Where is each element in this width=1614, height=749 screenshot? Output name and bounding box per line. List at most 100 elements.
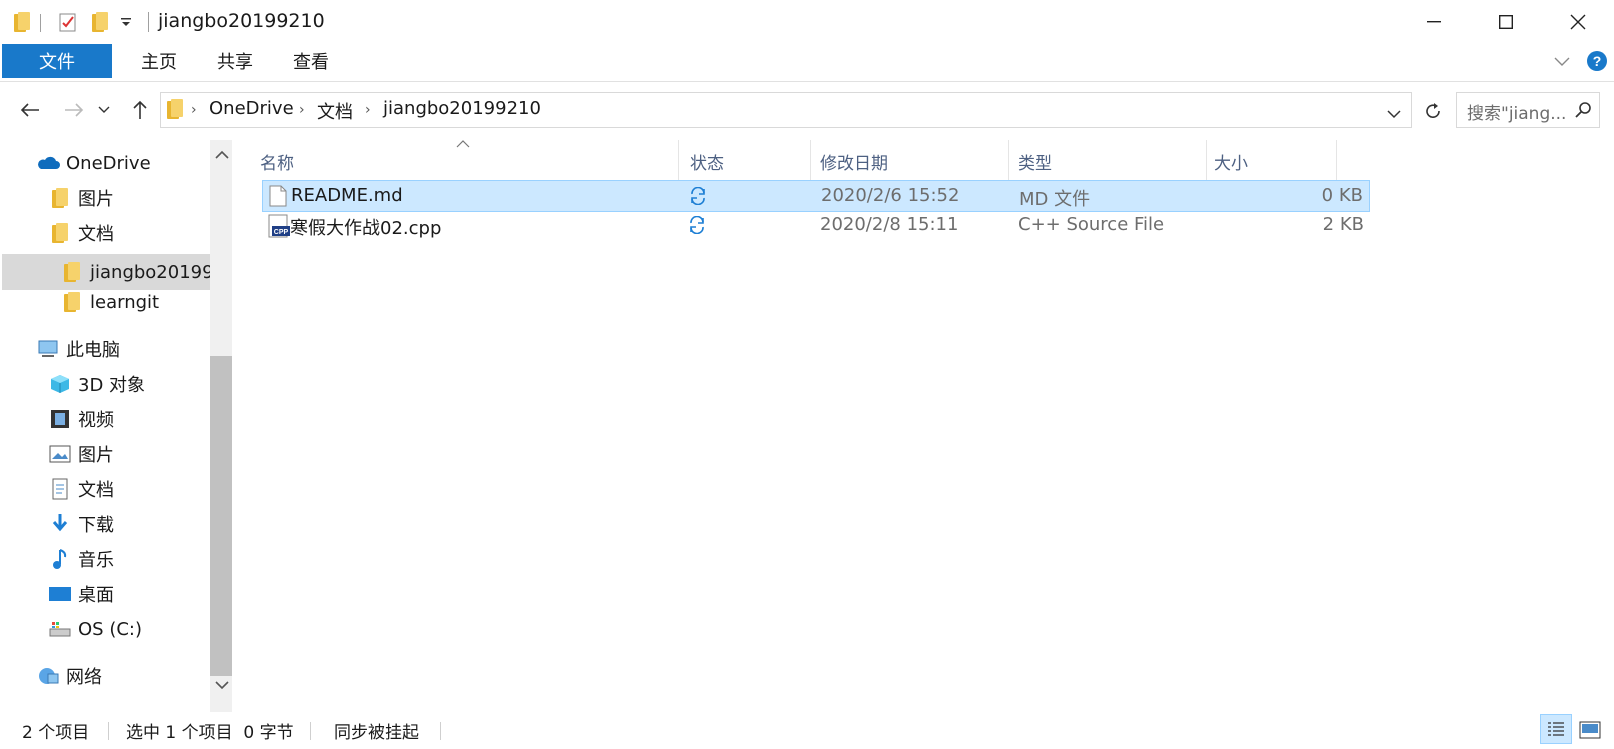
chevron-right-icon[interactable]: ›	[365, 102, 371, 118]
column-header-status[interactable]: 状态	[690, 146, 724, 176]
minimize-button[interactable]	[1398, 0, 1470, 44]
documents-icon	[48, 477, 72, 501]
back-button[interactable]	[14, 94, 46, 126]
divider	[108, 722, 109, 740]
scroll-up-icon[interactable]	[215, 144, 229, 165]
chevron-right-icon[interactable]: ›	[299, 102, 305, 118]
column-header-name[interactable]: 名称	[260, 146, 294, 176]
folder-icon	[60, 260, 84, 284]
chevron-right-icon[interactable]: ›	[191, 102, 197, 118]
sidebar-item-3d-objects[interactable]: 3D 对象	[48, 367, 145, 401]
breadcrumb-onedrive[interactable]: OneDrive	[209, 98, 294, 119]
address-bar[interactable]: › OneDrive › 文档 › jiangbo20199210	[160, 92, 1412, 128]
search-icon[interactable]	[1575, 101, 1593, 124]
search-input[interactable]: 搜索"jiang...	[1467, 99, 1566, 124]
sidebar-item-label: 图片	[78, 189, 114, 210]
desktop-icon	[48, 582, 72, 606]
expand-ribbon-icon[interactable]	[1552, 52, 1574, 72]
svg-text:CPP: CPP	[274, 229, 289, 236]
large-icons-view-button[interactable]	[1576, 716, 1604, 744]
navigation-bar: › OneDrive › 文档 › jiangbo20199210 搜索"jia…	[0, 88, 1614, 132]
refresh-button[interactable]	[1418, 96, 1448, 126]
sidebar-item-this-pc[interactable]: 此电脑	[36, 332, 120, 366]
breadcrumb-current-folder[interactable]: jiangbo20199210	[383, 98, 541, 119]
sidebar-item-os-drive[interactable]: OS (C:)	[48, 612, 142, 646]
tab-home[interactable]: 主页	[118, 44, 200, 78]
tab-share[interactable]: 共享	[194, 44, 276, 78]
details-view-button[interactable]	[1540, 714, 1572, 744]
video-icon	[48, 407, 72, 431]
folder-icon	[60, 290, 84, 314]
column-header-date-modified[interactable]: 修改日期	[820, 146, 888, 176]
file-name[interactable]: 寒假大作战02.cpp	[290, 214, 441, 240]
file-row[interactable]: README.md 2020/2/6 15:52 MD 文件 0 KB	[262, 180, 1370, 212]
sidebar-item-network[interactable]: 网络	[36, 659, 102, 693]
sync-icon	[689, 186, 707, 210]
window-title: jiangbo20199210	[158, 10, 325, 32]
file-date: 2020/2/8 15:11	[820, 214, 959, 235]
column-divider[interactable]	[678, 140, 679, 180]
sidebar-item-documents[interactable]: 文档	[48, 472, 114, 506]
file-type: C++ Source File	[1018, 214, 1165, 235]
customize-quick-access-icon[interactable]	[116, 10, 136, 34]
sidebar-item-desktop[interactable]: 桌面	[48, 577, 114, 611]
navigation-pane: OneDrive 图片 文档 jiangbo20199210 learngit …	[0, 140, 232, 712]
svg-text:?: ?	[1593, 53, 1602, 69]
file-name[interactable]: README.md	[291, 185, 403, 206]
new-folder-icon[interactable]	[88, 10, 112, 34]
column-header-type[interactable]: 类型	[1018, 146, 1052, 176]
status-bar: 2 个项目 选中 1 个项目 0 字节 同步被挂起	[0, 712, 1614, 749]
ribbon-tabs: 文件 主页 共享 查看 ?	[0, 44, 1614, 82]
sidebar-item-label: learngit	[90, 291, 160, 313]
divider	[440, 722, 441, 740]
sidebar-item-label: 3D 对象	[78, 375, 146, 396]
sidebar-item-onedrive[interactable]: OneDrive	[36, 146, 151, 180]
sidebar-item-pictures[interactable]: 图片	[48, 437, 114, 471]
forward-button[interactable]	[58, 94, 90, 126]
search-box[interactable]: 搜索"jiang...	[1456, 92, 1600, 128]
column-divider[interactable]	[1336, 140, 1337, 180]
address-dropdown-icon[interactable]	[1387, 103, 1401, 124]
folder-icon	[167, 99, 183, 119]
sync-icon	[688, 215, 706, 239]
sidebar-item-label: 桌面	[78, 585, 114, 606]
selection-info: 选中 1 个项目 0 字节	[126, 723, 294, 743]
close-button[interactable]	[1542, 0, 1614, 44]
up-button[interactable]	[124, 94, 156, 126]
help-icon[interactable]: ?	[1586, 50, 1608, 72]
folder-icon	[48, 186, 72, 210]
recent-locations-button[interactable]	[94, 94, 114, 126]
sidebar-scrollbar[interactable]	[210, 140, 232, 712]
column-divider[interactable]	[1008, 140, 1009, 180]
divider	[148, 12, 149, 32]
tab-file[interactable]: 文件	[2, 44, 112, 78]
scroll-thumb[interactable]	[210, 356, 232, 676]
sidebar-item-documents-onedrive[interactable]: 文档	[48, 216, 114, 250]
file-size: 2 KB	[1322, 214, 1364, 235]
sidebar-item-label: 图片	[78, 445, 114, 466]
title-bar: jiangbo20199210	[0, 0, 1614, 44]
sidebar-item-label: 此电脑	[66, 340, 120, 361]
sidebar-item-pictures-onedrive[interactable]: 图片	[48, 181, 114, 215]
folder-icon	[10, 10, 34, 34]
folder-icon	[48, 221, 72, 245]
file-row[interactable]: CPP 寒假大作战02.cpp 2020/2/8 15:11 C++ Sourc…	[262, 210, 1370, 242]
column-divider[interactable]	[810, 140, 811, 180]
column-header-size[interactable]: 大小	[1214, 146, 1248, 176]
scroll-down-icon[interactable]	[215, 674, 229, 695]
breadcrumb-documents[interactable]: 文档	[317, 98, 353, 124]
sidebar-item-label: 下载	[78, 515, 114, 536]
music-icon	[48, 547, 72, 571]
network-icon	[36, 664, 60, 688]
sidebar-item-label: 视频	[78, 410, 114, 431]
sidebar-item-videos[interactable]: 视频	[48, 402, 114, 436]
sidebar-item-downloads[interactable]: 下载	[48, 507, 114, 541]
tab-view[interactable]: 查看	[270, 44, 352, 78]
sidebar-item-jiangbo20199210[interactable]: jiangbo20199210	[60, 255, 232, 289]
computer-icon	[36, 337, 60, 361]
sidebar-item-learngit[interactable]: learngit	[60, 285, 159, 319]
sidebar-item-music[interactable]: 音乐	[48, 542, 114, 576]
properties-icon[interactable]	[56, 10, 80, 34]
column-divider[interactable]	[1206, 140, 1207, 180]
maximize-button[interactable]	[1470, 0, 1542, 44]
